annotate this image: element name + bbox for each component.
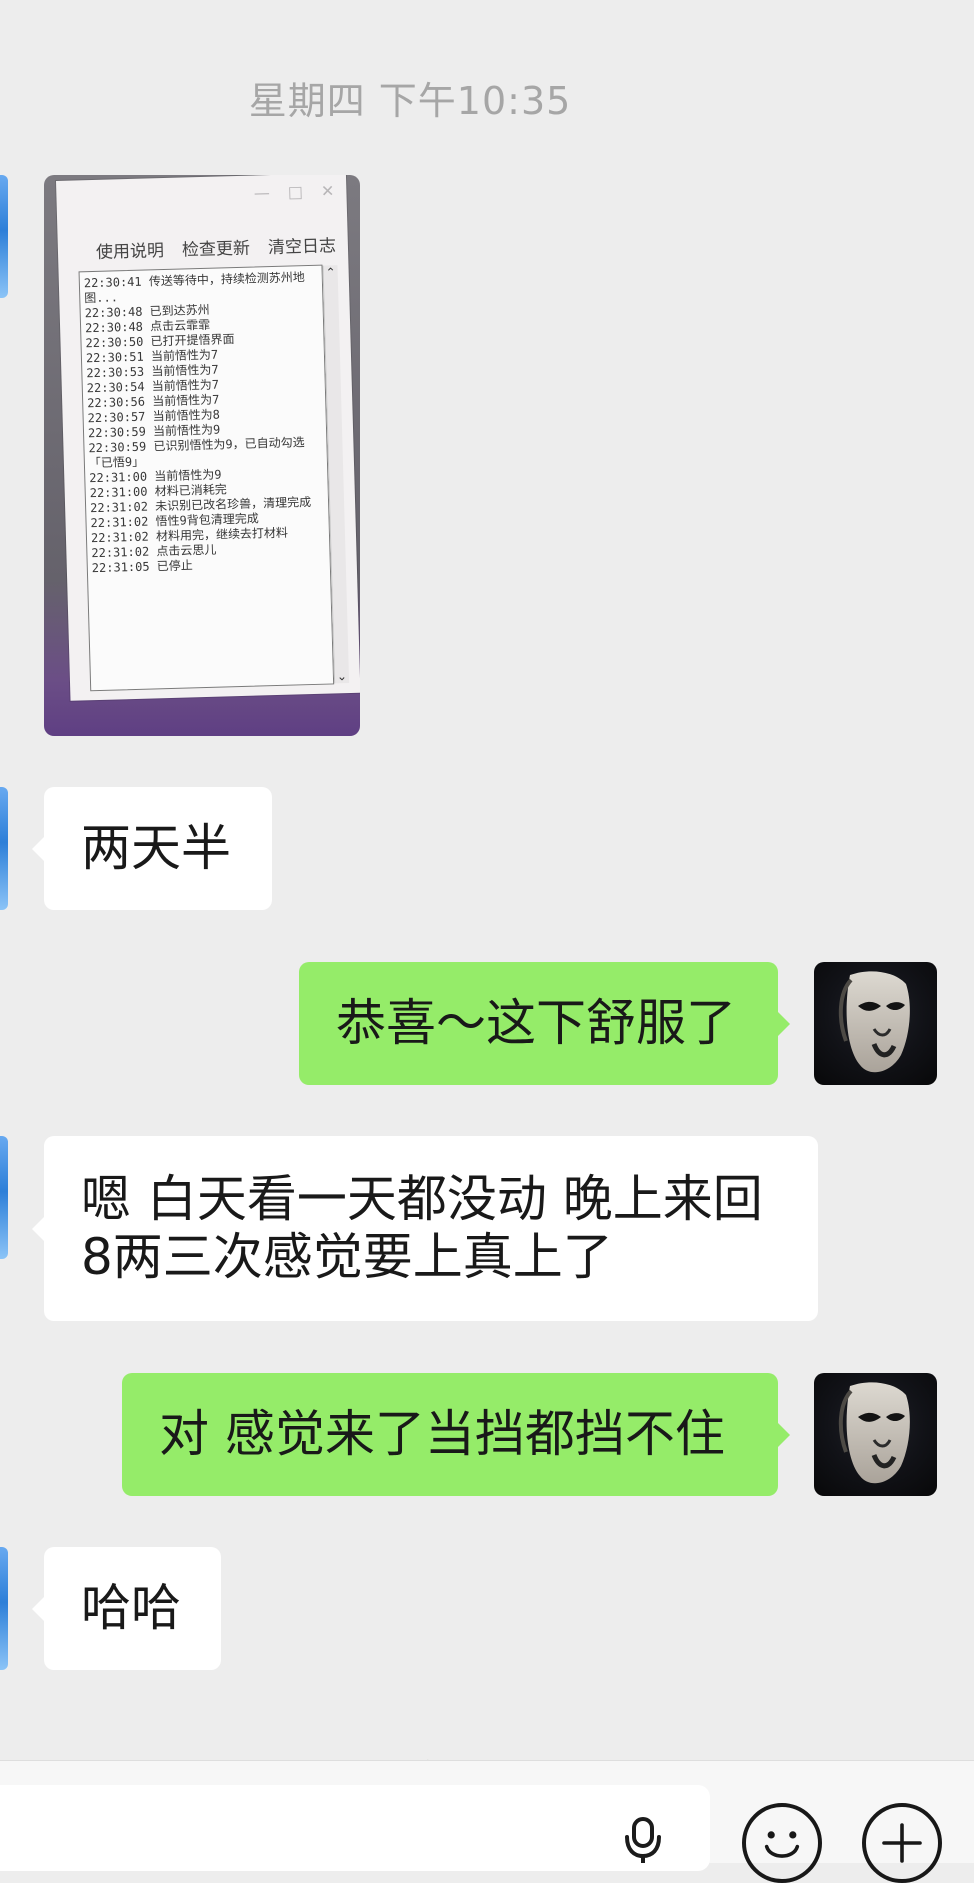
incoming-avatar-edge[interactable] [0,1136,8,1259]
incoming-bubble[interactable]: 哈哈 [32,1547,221,1670]
close-icon: ✕ [320,181,335,201]
mask-avatar-icon [838,971,910,1073]
timestamp-first: 星期四 下午10:35 [248,79,572,123]
emoji-icon-svg [764,1831,800,1858]
photo-message[interactable]: — □ ✕ 使用说明 检查更新 清空日志 22:30:41 传送等待中，持续检测… [44,175,360,736]
menu-item-check-update: 检查更新 [181,238,251,261]
menu-item-clear-log: 清空日志 [267,236,337,259]
avatar[interactable] [814,1373,937,1496]
minimize-icon: — [253,183,271,203]
mask-avatar-icon [838,1382,910,1484]
microphone-icon[interactable] [618,1815,668,1863]
photo-screen-window: — □ ✕ 使用说明 检查更新 清空日志 22:30:41 传送等待中，持续检测… [56,175,360,701]
plus-icon[interactable] [862,1803,942,1883]
message-row-incoming: 两天半 [32,787,274,910]
input-bar [0,1760,974,1883]
photo-log-list: 22:30:41 传送等待中，持续检测苏州地图... 22:30:48 已到达苏… [80,266,330,577]
incoming-bubble[interactable]: 两天半 [32,787,272,910]
message-row-incoming: 哈哈 [32,1547,226,1670]
maximize-icon: □ [287,182,304,202]
chevron-up-icon: ⌃ [325,265,336,280]
plus-icon-svg [882,1823,922,1863]
outgoing-bubble[interactable]: 对 感觉来了当挡都挡不住 [122,1373,790,1496]
incoming-avatar-edge[interactable] [0,787,8,910]
message-row-outgoing: 对 感觉来了当挡都挡不住 [122,1373,937,1496]
photo-tool-menu: 使用说明 检查更新 清空日志 [95,231,337,263]
message-row-incoming: 嗯 白天看一天都没动 晚上来回8两三次感觉要上真上了 [32,1136,819,1321]
message-input[interactable] [0,1785,710,1871]
window-controls: — □ ✕ [254,181,335,202]
microphone-icon-svg [625,1817,661,1863]
chevron-down-icon: ⌄ [336,669,348,684]
emoji-icon[interactable] [742,1803,822,1883]
menu-item-instructions: 使用说明 [95,241,165,263]
incoming-avatar-edge[interactable] [0,1547,8,1670]
outgoing-bubble[interactable]: 恭喜～这下舒服了 [299,962,790,1085]
incoming-bubble[interactable]: 嗯 白天看一天都没动 晚上来回8两三次感觉要上真上了 [32,1136,818,1321]
message-row-outgoing: 恭喜～这下舒服了 [299,962,937,1085]
incoming-avatar-edge[interactable] [0,175,8,298]
photo-log-box: 22:30:41 传送等待中，持续检测苏州地图... 22:30:48 已到达苏… [78,264,350,692]
avatar[interactable] [814,962,937,1085]
